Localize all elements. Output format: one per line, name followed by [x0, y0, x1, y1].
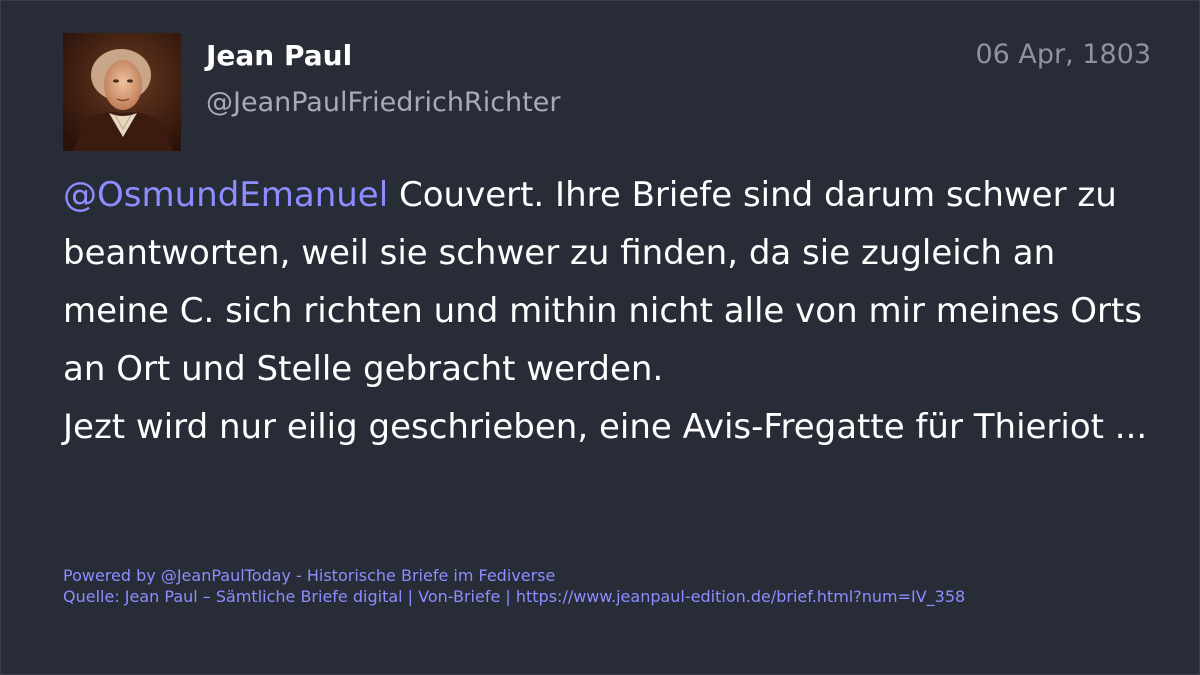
post-paragraph: Jezt wird nur eilig geschrieben, eine Av… — [63, 407, 1148, 447]
powered-by-link[interactable]: Powered by @JeanPaulToday - Historische … — [63, 565, 965, 586]
post-paragraph: @OsmundEmanuel Couvert. Ihre Briefe sind… — [63, 166, 1163, 398]
post-card: Jean Paul @JeanPaulFriedrichRichter 06 A… — [0, 0, 1200, 675]
post-content: @OsmundEmanuel Couvert. Ihre Briefe sind… — [63, 166, 1163, 456]
footer: Powered by @JeanPaulToday - Historische … — [63, 565, 965, 607]
author-display-name[interactable]: Jean Paul — [206, 39, 352, 72]
mention-link[interactable]: @OsmundEmanuel — [63, 175, 388, 215]
author-handle[interactable]: @JeanPaulFriedrichRichter — [206, 87, 560, 118]
avatar[interactable] — [63, 33, 181, 151]
source-link[interactable]: Quelle: Jean Paul – Sämtliche Briefe dig… — [63, 586, 965, 607]
portrait-avatar-icon — [63, 33, 181, 151]
post-date[interactable]: 06 Apr, 1803 — [975, 39, 1151, 70]
